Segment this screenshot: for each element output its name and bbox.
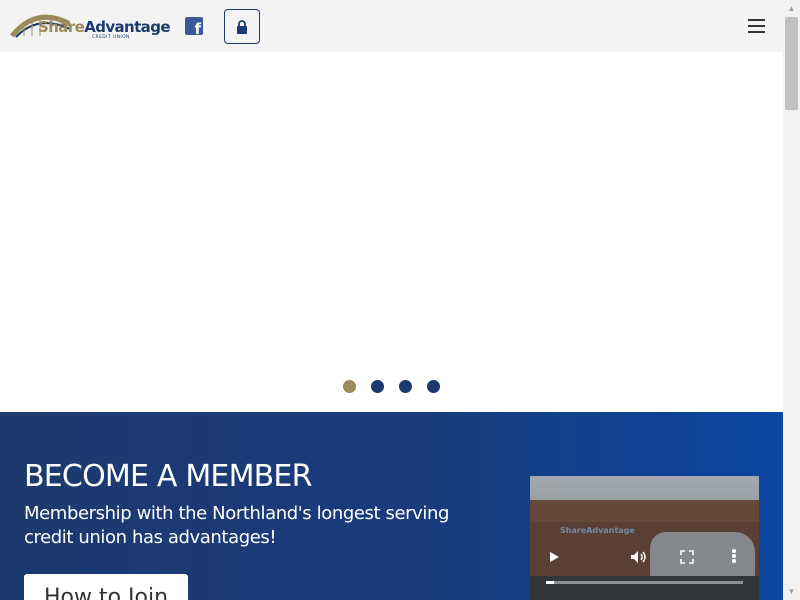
login-button[interactable] (224, 9, 260, 44)
hero-carousel (0, 52, 783, 412)
video-progress-played (546, 581, 554, 584)
member-subtitle: Membership with the Northland's longest … (24, 503, 450, 548)
member-video-player[interactable]: ShareAdvantage (530, 476, 759, 600)
facebook-icon[interactable]: f (185, 17, 203, 38)
carousel-dot[interactable] (427, 380, 440, 393)
video-progress-track[interactable] (546, 581, 743, 584)
carousel-dot[interactable] (371, 380, 384, 393)
share-advantage-logo[interactable]: ShareAdvantage CREDIT UNION (10, 10, 171, 44)
hamburger-menu-button[interactable] (748, 19, 766, 33)
menu-line (748, 19, 765, 21)
logo-advantage-text: Advantage (84, 18, 170, 36)
more-dot (732, 549, 736, 553)
more-options-icon[interactable] (732, 549, 736, 563)
lock-icon (237, 20, 247, 34)
become-member-section: BECOME A MEMBER Membership with the Nort… (0, 412, 783, 600)
scroll-down-arrow-icon[interactable]: ▼ (783, 583, 800, 600)
site-header: ShareAdvantage CREDIT UNION f (0, 0, 783, 52)
logo-wordmark: ShareAdvantage (38, 18, 171, 36)
carousel-dot[interactable] (343, 380, 356, 393)
logo-share-text: Share (38, 18, 85, 36)
scrollbar-thumb[interactable] (785, 17, 798, 110)
page-scrollbar[interactable]: ▲ ▼ (783, 0, 800, 600)
logo-tagline: CREDIT UNION (92, 35, 130, 40)
more-dot (732, 554, 736, 558)
member-title: BECOME A MEMBER (24, 459, 312, 494)
how-to-join-button[interactable]: How to Join (24, 574, 188, 600)
volume-icon[interactable] (630, 549, 648, 565)
menu-line (748, 31, 765, 33)
carousel-dot[interactable] (399, 380, 412, 393)
more-dot (732, 559, 736, 563)
play-icon[interactable] (548, 550, 560, 564)
fullscreen-icon[interactable] (680, 550, 694, 564)
scroll-up-arrow-icon[interactable]: ▲ (783, 0, 800, 17)
menu-line (748, 25, 765, 27)
facebook-f-glyph: f (194, 20, 201, 38)
